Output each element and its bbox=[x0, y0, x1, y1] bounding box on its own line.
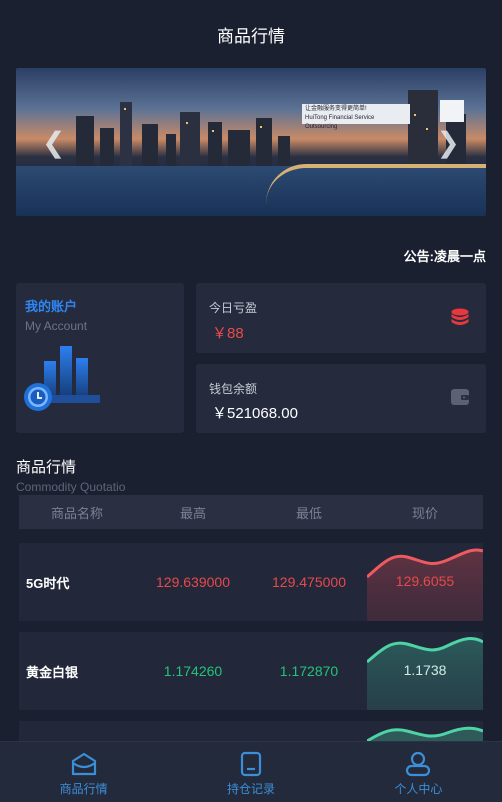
column-header: 最高 bbox=[179, 505, 206, 521]
wallet-value: ￥521068.00 bbox=[212, 405, 298, 422]
tab-market[interactable]: 商品行情 bbox=[0, 742, 167, 802]
banner-carousel[interactable]: 让金融服务变得更简单! HuiTong Financial Service Ou… bbox=[16, 68, 486, 216]
current-price-cell: 129.6055 bbox=[367, 543, 483, 621]
column-header: 现价 bbox=[411, 505, 438, 521]
high-price: 1.174260 bbox=[163, 663, 223, 679]
my-account-card[interactable]: 我的账户 My Account bbox=[16, 283, 184, 433]
bottom-tab-bar: 商品行情 持仓记录 个人中心 bbox=[0, 741, 502, 802]
tab-label: 商品行情 bbox=[59, 782, 108, 796]
record-icon bbox=[240, 751, 262, 777]
today-profit-value: ￥88 bbox=[212, 325, 244, 342]
account-subtitle: My Account bbox=[25, 319, 88, 333]
market-icon bbox=[71, 752, 96, 776]
current-price-cell: 1.1738 bbox=[367, 632, 483, 710]
chevron-left-icon[interactable]: ❮ bbox=[42, 126, 65, 159]
table-row[interactable]: 5G时代 129.639000 129.475000 129.6055 bbox=[19, 543, 483, 621]
market-section-title: 商品行情 bbox=[16, 459, 77, 476]
high-price: 129.639000 bbox=[156, 574, 230, 590]
table-row[interactable]: 黄金白银 1.174260 1.172870 1.1738 bbox=[19, 632, 483, 710]
table-row[interactable] bbox=[19, 721, 483, 741]
tab-label: 持仓记录 bbox=[226, 782, 275, 796]
page-header: 商品行情 bbox=[0, 0, 502, 68]
market-table-header: 商品名称 最高 最低 现价 bbox=[19, 495, 483, 529]
wallet-label: 钱包余额 bbox=[209, 382, 258, 396]
wallet-icon bbox=[451, 389, 469, 405]
coins-stack-icon bbox=[451, 308, 469, 325]
price-wave-chart bbox=[367, 726, 483, 741]
profile-icon bbox=[406, 751, 431, 777]
chevron-right-icon[interactable]: ❯ bbox=[437, 126, 460, 159]
commodity-name: 5G时代 bbox=[26, 575, 70, 591]
today-profit-card[interactable]: 今日亏盈 ￥88 bbox=[196, 283, 486, 353]
tab-records[interactable]: 持仓记录 bbox=[167, 742, 334, 802]
column-header: 最低 bbox=[295, 505, 322, 521]
low-price: 129.475000 bbox=[272, 574, 346, 590]
notice-text: 公告:凌晨一点 bbox=[403, 249, 486, 264]
wallet-card[interactable]: 钱包余额 ￥521068.00 bbox=[196, 364, 486, 433]
market-section-subtitle: Commodity Quotatio bbox=[16, 480, 126, 494]
low-price: 1.172870 bbox=[279, 663, 339, 679]
column-header: 商品名称 bbox=[50, 505, 103, 521]
current-price: 129.6055 bbox=[395, 573, 455, 589]
commodity-name: 黄金白银 bbox=[26, 664, 79, 680]
tab-label: 个人中心 bbox=[394, 782, 443, 796]
account-chart-icon bbox=[24, 346, 100, 411]
account-title: 我的账户 bbox=[25, 299, 78, 314]
today-profit-label: 今日亏盈 bbox=[209, 301, 258, 315]
current-price-cell bbox=[367, 721, 483, 741]
tab-profile[interactable]: 个人中心 bbox=[335, 742, 502, 802]
banner-sign: 让金融服务变得更简单! HuiTong Financial Service Ou… bbox=[302, 104, 410, 130]
current-price: 1.1738 bbox=[403, 662, 447, 678]
page-title: 商品行情 bbox=[217, 26, 285, 46]
